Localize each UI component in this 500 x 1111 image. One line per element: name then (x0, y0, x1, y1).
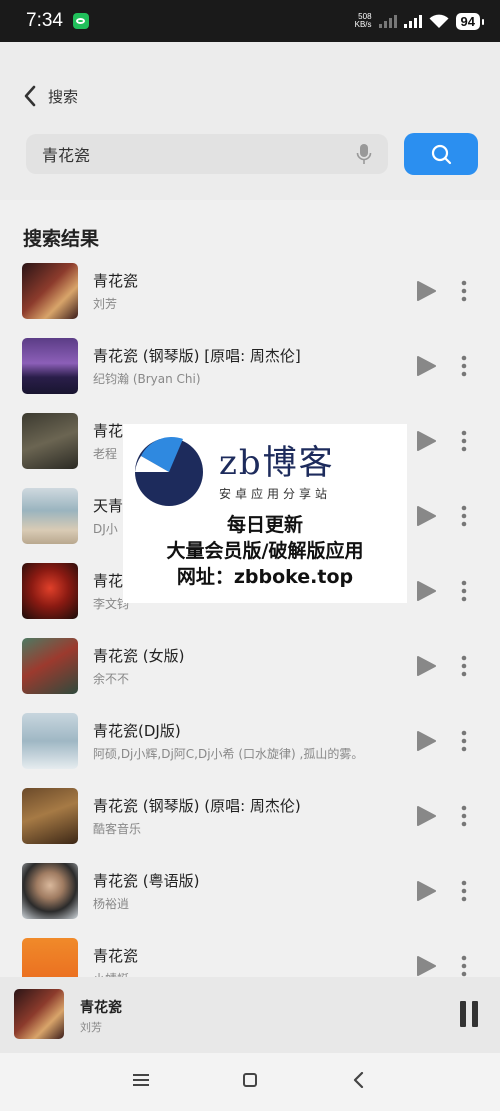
wifi-icon (429, 14, 449, 28)
watermark-overlay: zb博客 安卓应用分享站 每日更新 大量会员版/破解版应用 网址：zbboke.… (123, 424, 407, 603)
list-item[interactable]: 青花瓷(DJ版) 阿硕,Dj小辉,Dj阿C,Dj小希 (口水旋律) ,孤山的雾。 (0, 703, 500, 778)
song-title: 青花瓷 (钢琴版) (原唱: 周杰伦) (93, 797, 301, 815)
song-title: 天青 (93, 497, 124, 515)
song-artist: 余不不 (93, 672, 130, 686)
song-artist: DJ小 (93, 522, 118, 536)
net-speed: 508 KB/s (355, 13, 372, 29)
watermark-line: 大量会员版/破解版应用 (166, 540, 364, 562)
mini-player-title: 青花瓷 (80, 1000, 122, 1016)
album-cover (22, 638, 78, 694)
album-cover (22, 563, 78, 619)
menu-icon[interactable] (133, 1073, 149, 1087)
more-icon[interactable] (458, 729, 470, 753)
signal-icon (403, 14, 422, 28)
play-icon[interactable] (416, 656, 436, 676)
album-cover (22, 338, 78, 394)
back-button[interactable]: 搜索 (22, 84, 78, 108)
section-title: 搜索结果 (23, 228, 100, 250)
album-cover (22, 788, 78, 844)
play-icon[interactable] (416, 506, 436, 526)
song-artist: 刘芳 (93, 297, 118, 311)
album-cover (22, 263, 78, 319)
nav-back-icon[interactable] (352, 1072, 364, 1088)
song-title: 青花 (93, 572, 124, 590)
play-icon[interactable] (416, 806, 436, 826)
song-artist: 酷客音乐 (93, 822, 142, 836)
results-list: 青花瓷 刘芳 青花瓷 (钢琴版) [原唱: 周杰伦] 纪钧瀚 (Bryan Ch… (0, 253, 500, 1003)
play-icon[interactable] (416, 881, 436, 901)
mic-icon[interactable] (356, 143, 372, 165)
more-icon[interactable] (458, 804, 470, 828)
mini-player-artist: 刘芳 (80, 1021, 102, 1034)
list-item[interactable]: 青花瓷 (钢琴版) [原唱: 周杰伦] 纪钧瀚 (Bryan Chi) (0, 328, 500, 403)
song-artist: 老程 (93, 447, 118, 461)
album-cover (22, 713, 78, 769)
page-title: 搜索 (48, 87, 79, 106)
more-icon[interactable] (458, 504, 470, 528)
status-bar: 7:34 508 KB/s 94 (0, 0, 500, 42)
more-icon[interactable] (458, 579, 470, 603)
album-cover (22, 863, 78, 919)
more-icon[interactable] (458, 429, 470, 453)
back-icon[interactable] (22, 84, 38, 108)
song-title: 青花瓷 (93, 272, 139, 290)
play-icon[interactable] (416, 956, 436, 976)
more-icon[interactable] (458, 354, 470, 378)
battery-indicator: 94 (455, 12, 485, 30)
watermark-brand: zb博客 安卓应用分享站 (219, 443, 335, 502)
search-button[interactable] (404, 133, 478, 175)
play-icon[interactable] (416, 581, 436, 601)
net-speed-unit: KB/s (354, 20, 372, 29)
more-icon[interactable] (458, 879, 470, 903)
pause-icon[interactable] (460, 1001, 480, 1027)
watermark-tagline: 安卓应用分享站 (219, 486, 332, 501)
watermark-header: zb博客 安卓应用分享站 (133, 432, 397, 512)
home-icon[interactable] (243, 1073, 257, 1087)
list-item[interactable]: 青花瓷 刘芳 (0, 253, 500, 328)
signal-icon (378, 14, 397, 28)
search-icon[interactable] (430, 143, 452, 165)
play-icon[interactable] (416, 356, 436, 376)
album-cover (22, 488, 78, 544)
song-artist: 杨裕逍 (93, 897, 130, 911)
watermark-line: 每日更新 (226, 514, 303, 536)
more-icon[interactable] (458, 279, 470, 303)
song-title: 青花瓷 (钢琴版) [原唱: 周杰伦] (93, 347, 301, 365)
mini-player[interactable]: 青花瓷 刘芳 (0, 977, 500, 1053)
song-title: 青花 (93, 422, 124, 440)
status-indicators: 508 KB/s 94 (355, 12, 485, 30)
list-item[interactable]: 青花瓷 (粤语版) 杨裕逍 (0, 853, 500, 928)
status-time: 7:34 (26, 10, 63, 31)
play-icon[interactable] (416, 731, 436, 751)
song-artist: 纪钧瀚 (Bryan Chi) (93, 372, 201, 386)
watermark-name: zb博客 (219, 442, 335, 483)
search-input[interactable]: 青花瓷 (26, 134, 388, 174)
system-nav-bar (0, 1053, 500, 1111)
search-header: 搜索 青花瓷 (0, 42, 500, 200)
play-icon[interactable] (416, 431, 436, 451)
list-item[interactable]: 青花瓷 (钢琴版) (原唱: 周杰伦) 酷客音乐 (0, 778, 500, 853)
more-icon[interactable] (458, 654, 470, 678)
song-title: 青花瓷 (粤语版) (93, 872, 200, 890)
play-icon[interactable] (416, 281, 436, 301)
list-item[interactable]: 青花瓷 (女版) 余不不 (0, 628, 500, 703)
watermark-line: 网址：zbboke.top (176, 566, 354, 588)
wechat-icon (72, 13, 89, 29)
watermark-logo (135, 437, 203, 506)
mini-player-cover[interactable] (14, 989, 64, 1039)
song-title: 青花瓷 (93, 947, 139, 965)
more-icon[interactable] (458, 954, 470, 978)
search-input-value[interactable]: 青花瓷 (42, 142, 356, 166)
album-cover (22, 413, 78, 469)
song-artist: 阿硕,Dj小辉,Dj阿C,Dj小希 (口水旋律) ,孤山的雾。 (93, 747, 364, 761)
song-title: 青花瓷(DJ版) (93, 722, 181, 740)
song-title: 青花瓷 (女版) (93, 647, 185, 665)
